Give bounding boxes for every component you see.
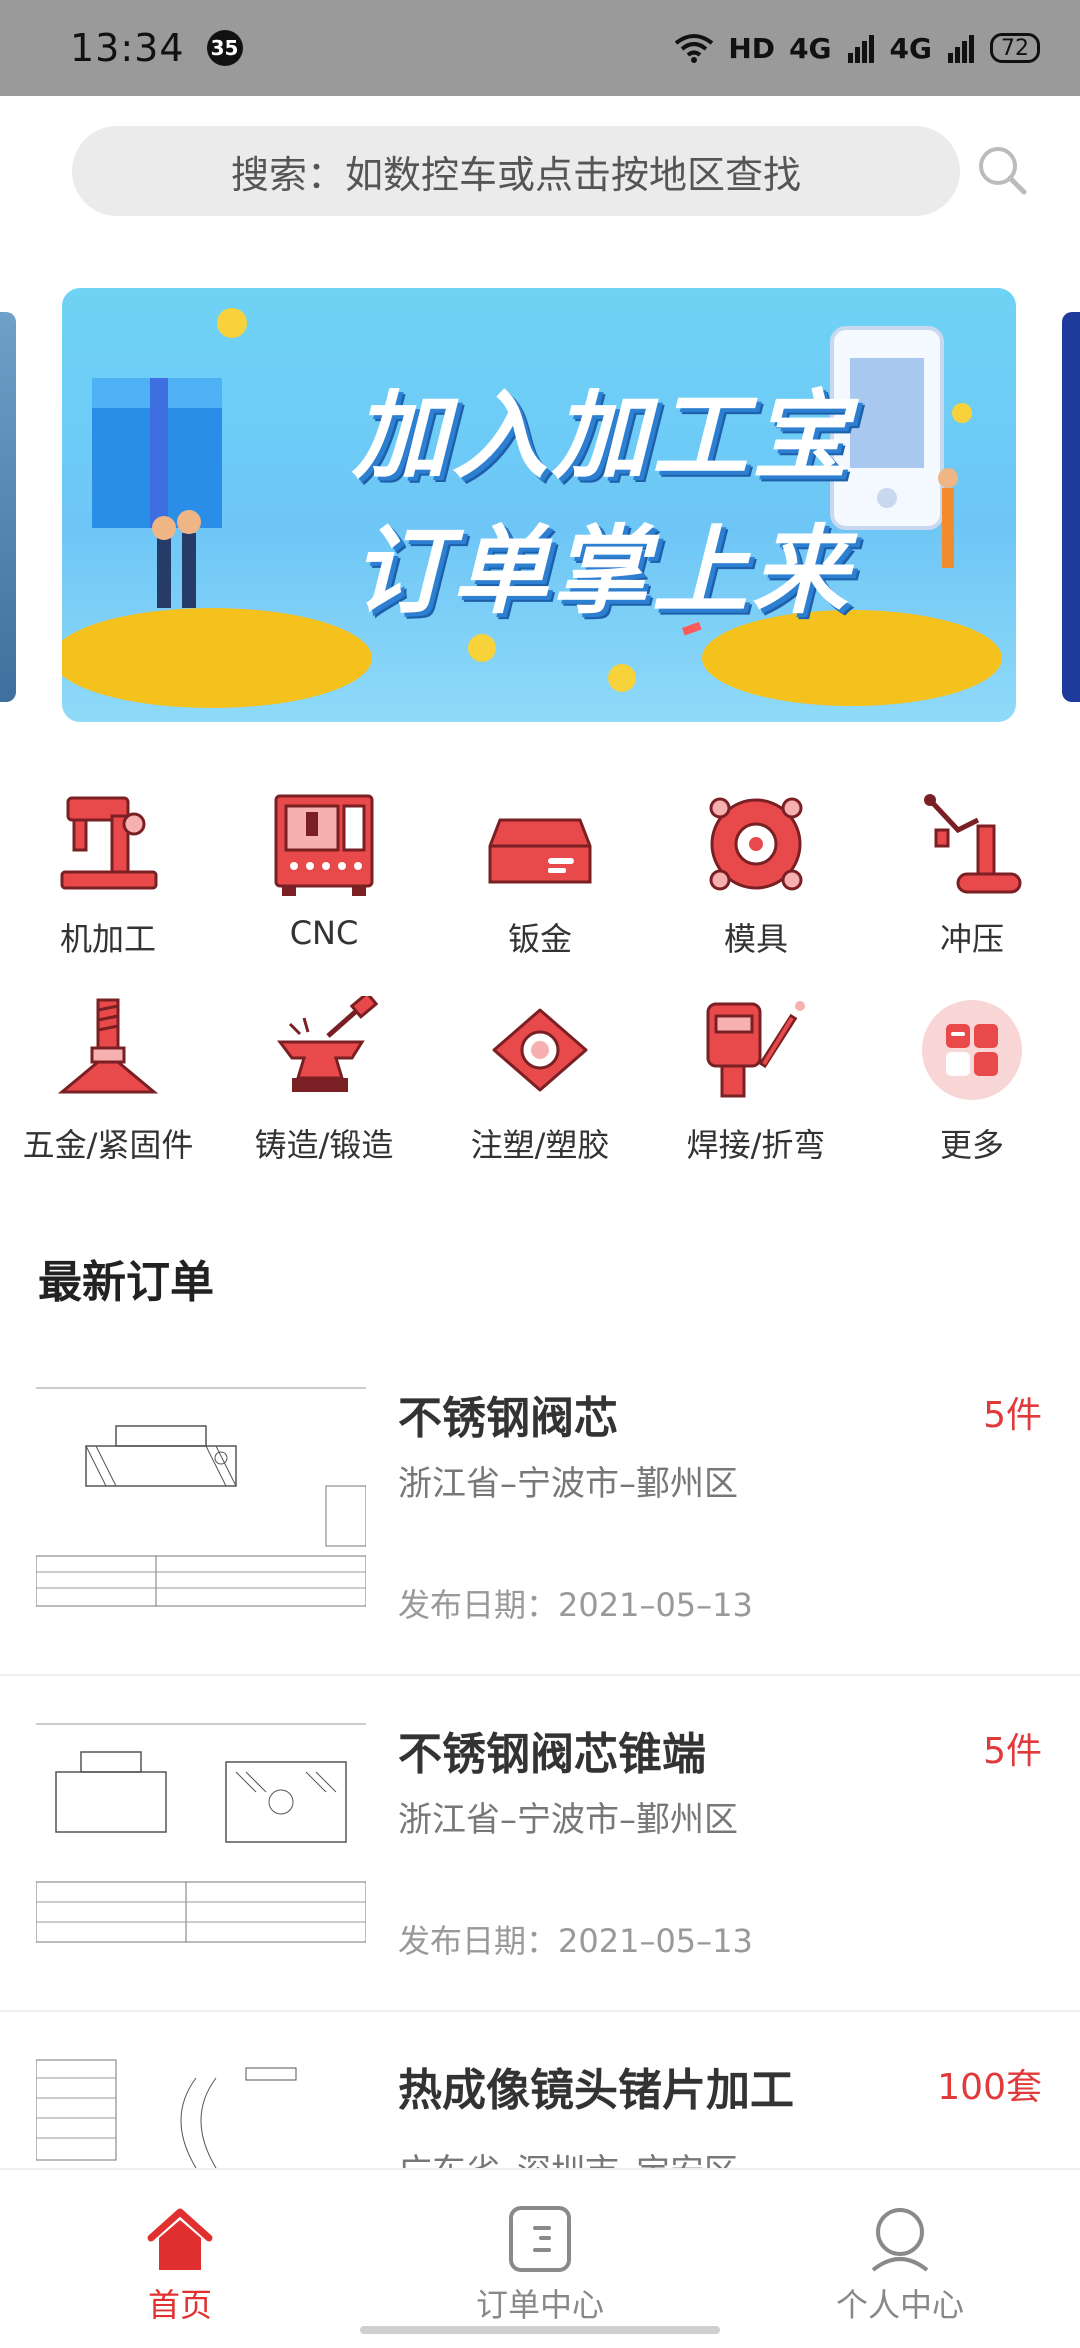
order-title: 热成像镜头锗片加工 — [398, 2065, 794, 2116]
anvil-icon — [277, 996, 378, 1092]
category-hardware[interactable]: 五金/紧固件 — [0, 996, 216, 1166]
cnc-machine-icon — [274, 794, 374, 896]
category-label: 更多 — [939, 1126, 1004, 1164]
search-input[interactable]: 搜索：如数控车或点击按地区查找 — [72, 126, 960, 216]
search-button[interactable] — [972, 140, 1032, 200]
section-title: 最新订单 — [38, 1257, 214, 1308]
notification-badge: 35 — [206, 30, 243, 66]
signal-4g-1: 4G — [789, 31, 832, 65]
category-cnc[interactable]: CNC — [216, 790, 432, 952]
order-date: 发布日期：2021–05–13 — [398, 1922, 753, 1960]
home-icon — [147, 2208, 213, 2270]
signal-bars-icon-2 — [948, 35, 974, 63]
tab-orders[interactable]: 订单中心 — [420, 2204, 660, 2326]
category-label: 铸造/锻造 — [254, 1126, 394, 1164]
order-date: 发布日期：2021–05–13 — [398, 1586, 753, 1624]
category-machining[interactable]: 机加工 — [0, 790, 216, 960]
order-location: 浙江省–宁波市–鄞州区 — [398, 1464, 738, 1504]
tab-home[interactable]: 首页 — [60, 2204, 300, 2326]
sewing-machine-icon — [60, 796, 158, 890]
category-stamping[interactable]: 冲压 — [864, 790, 1080, 960]
category-mold[interactable]: 模具 — [648, 790, 864, 960]
order-quantity: 5件 — [983, 1395, 1042, 1436]
category-label: 机加工 — [59, 920, 156, 958]
category-injection[interactable]: 注塑/塑胶 — [432, 996, 648, 1166]
order-icon — [509, 2206, 571, 2272]
banner-next-peek — [1062, 312, 1080, 702]
category-label: 五金/紧固件 — [22, 1126, 194, 1164]
status-icons: HD 4G 4G 72 — [674, 32, 1040, 65]
welding-icon — [706, 1001, 805, 1098]
order-item[interactable]: 不锈钢阀芯锥端 5件 浙江省–宁波市–鄞州区 发布日期：2021–05–13 — [0, 1676, 1080, 2012]
banner-title-line2: 订单掌上来 — [352, 515, 852, 627]
bolt-icon — [57, 998, 159, 1094]
order-drawing-thumbnail — [35, 1722, 367, 1950]
hd-indicator: HD — [728, 31, 776, 65]
wifi-icon — [675, 34, 714, 63]
category-label: 冲压 — [939, 920, 1004, 958]
category-label: 钣金 — [507, 920, 572, 958]
banner-prev-peek — [0, 312, 16, 702]
order-quantity: 100套 — [937, 2067, 1042, 2108]
order-item[interactable]: 不锈钢阀芯 5件 浙江省–宁波市–鄞州区 发布日期：2021–05–13 — [0, 1340, 1080, 1676]
order-quantity: 5件 — [983, 1731, 1042, 1772]
category-casting[interactable]: 铸造/锻造 — [216, 996, 432, 1166]
category-label: 模具 — [723, 920, 788, 958]
home-indicator[interactable] — [360, 2326, 720, 2334]
battery-indicator: 72 — [990, 33, 1040, 63]
category-label: 焊接/折弯 — [686, 1126, 826, 1164]
signal-bars-icon — [847, 35, 874, 63]
order-location: 浙江省–宁波市–鄞州区 — [398, 1800, 738, 1840]
search-icon — [979, 147, 1027, 195]
tab-profile[interactable]: 个人中心 — [780, 2204, 1020, 2326]
stamping-arm-icon — [924, 794, 1022, 894]
more-apps-icon — [922, 1000, 1022, 1100]
category-welding[interactable]: 焊接/折弯 — [648, 996, 864, 1166]
category-sheet-metal[interactable]: 钣金 — [432, 790, 648, 960]
banner-title-line1: 加入加工宝 — [352, 380, 852, 492]
tab-label: 订单中心 — [475, 2286, 604, 2324]
category-more[interactable]: 更多 — [864, 996, 1080, 1166]
banner-carousel[interactable]: 加入加工宝 订单掌上来 — [0, 288, 1080, 722]
category-label: 注塑/塑胶 — [470, 1126, 610, 1164]
order-drawing-thumbnail — [36, 2058, 366, 2168]
mold-icon — [709, 797, 803, 891]
banner-slide[interactable]: 加入加工宝 订单掌上来 — [62, 288, 1016, 722]
sheet-metal-box-icon — [488, 818, 592, 884]
tab-label: 首页 — [147, 2286, 212, 2324]
flange-icon — [492, 1008, 588, 1092]
order-title: 不锈钢阀芯 — [398, 1393, 618, 1444]
order-drawing-thumbnail — [35, 1386, 367, 1614]
tab-label: 个人中心 — [835, 2286, 964, 2324]
category-label: CNC — [289, 914, 359, 952]
bottom-tab-bar: 首页 订单中心 个人中心 — [0, 2168, 1080, 2340]
user-icon — [871, 2208, 929, 2272]
status-bar: 13:34 35 HD 4G 4G 72 — [0, 0, 1080, 96]
order-title: 不锈钢阀芯锥端 — [398, 1729, 706, 1780]
signal-4g-2: 4G — [889, 31, 932, 65]
clock: 13:34 — [70, 26, 185, 70]
